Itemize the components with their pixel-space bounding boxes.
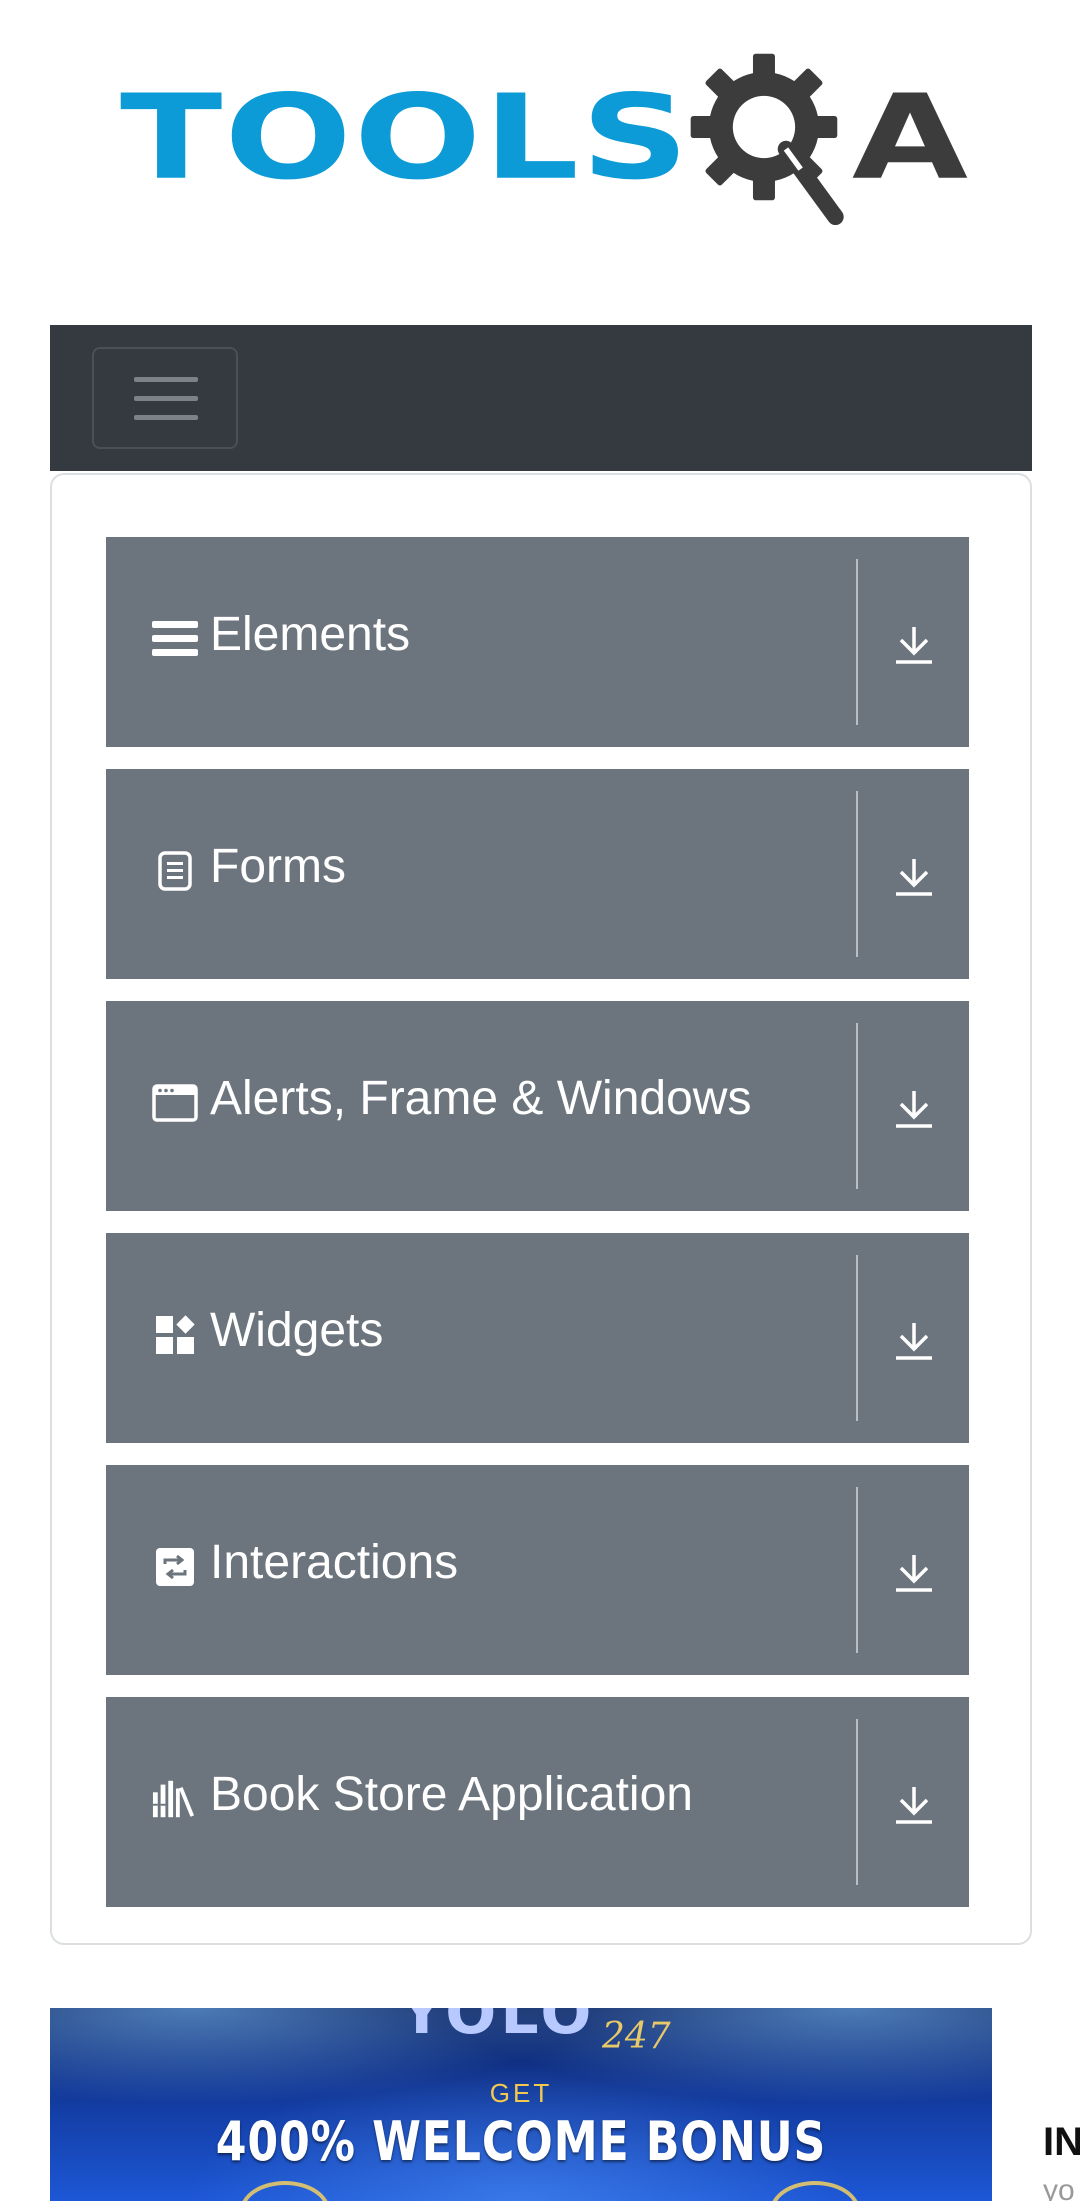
document-icon — [152, 844, 198, 898]
download-arrow-icon — [895, 627, 932, 664]
page: TOOLS A Elements Forms Alerts, Frame & W… — [0, 0, 1080, 2201]
download-arrow-icon — [895, 1555, 932, 1592]
download-arrow-icon — [895, 1787, 932, 1824]
expand-toggle[interactable] — [858, 1697, 969, 1907]
menu-item-alerts-frame-windows[interactable]: Alerts, Frame & Windows — [106, 1001, 969, 1211]
download-arrow-icon — [895, 859, 932, 896]
hamburger-icon-bar — [134, 396, 198, 401]
ad-brand: YOLO — [400, 2008, 596, 2048]
menu-item-label: Alerts, Frame & Windows — [210, 1072, 752, 1125]
menu-item-book-store-application[interactable]: Book Store Application — [106, 1697, 969, 1907]
browser-window-icon — [152, 1076, 198, 1130]
sidebar-heading: IN — [1043, 2120, 1080, 2164]
navbar-toggler-button[interactable] — [92, 347, 238, 449]
expand-toggle[interactable] — [858, 769, 969, 979]
hamburger-icon — [134, 377, 198, 382]
gear-magnifier-icon — [690, 53, 844, 226]
interactions-icon — [152, 1540, 198, 1594]
expand-toggle[interactable] — [858, 537, 969, 747]
ad-brand-sub: 247 — [602, 2016, 671, 2057]
menu-item-label: Widgets — [210, 1304, 384, 1357]
ad-get-text: GET — [489, 2078, 553, 2108]
expand-toggle[interactable] — [858, 1001, 969, 1211]
menu-item-elements[interactable]: Elements — [106, 537, 969, 747]
top-navbar — [50, 325, 1032, 471]
expand-toggle[interactable] — [858, 1233, 969, 1443]
ad-decoration — [770, 2181, 860, 2201]
menu-item-label: Elements — [210, 608, 411, 661]
menu-item-interactions[interactable]: Interactions — [106, 1465, 969, 1675]
menu-item-label: Book Store Application — [210, 1768, 693, 1821]
widgets-icon — [152, 1308, 198, 1362]
sidebar-subtext: yo — [1043, 2174, 1075, 2201]
books-icon — [152, 1772, 198, 1826]
menu-item-label: Interactions — [210, 1536, 459, 1589]
download-arrow-icon — [895, 1091, 932, 1128]
menu-item-forms[interactable]: Forms — [106, 769, 969, 979]
list-icon — [152, 612, 198, 666]
menu-item-label: Forms — [210, 840, 346, 893]
ad-bonus-text: 400% WELCOME BONUS — [215, 2110, 827, 2173]
hamburger-icon-bar — [134, 415, 198, 420]
download-arrow-icon — [895, 1323, 932, 1360]
ad-banner[interactable]: YOLO 247 GET 400% WELCOME BONUS — [50, 2008, 992, 2201]
logo-text-a: A — [851, 70, 970, 206]
toolsqa-logo[interactable]: TOOLS A — [120, 38, 970, 238]
menu-item-widgets[interactable]: Widgets — [106, 1233, 969, 1443]
logo-text-tools: TOOLS — [120, 70, 691, 206]
expand-toggle[interactable] — [858, 1465, 969, 1675]
ad-decoration — [240, 2181, 330, 2201]
